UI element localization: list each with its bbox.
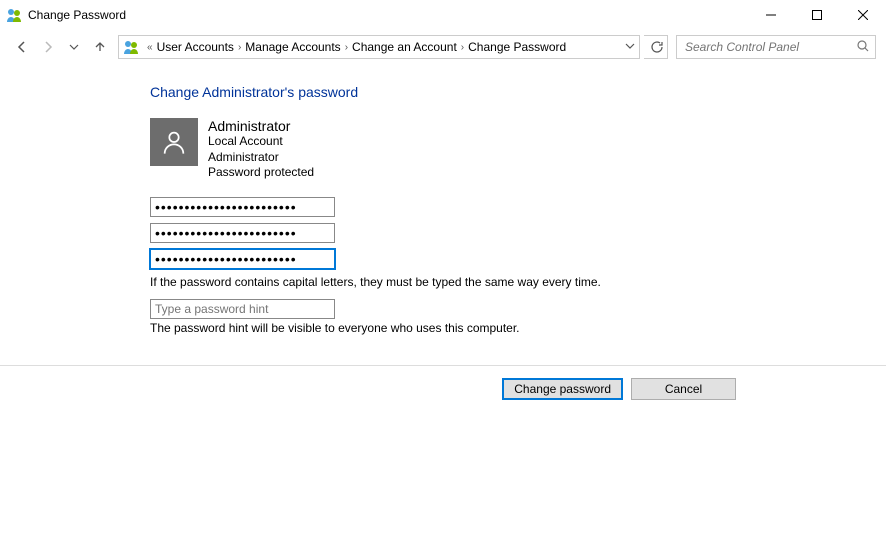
close-button[interactable] xyxy=(840,0,886,30)
users-icon xyxy=(6,7,22,23)
recent-dropdown[interactable] xyxy=(62,35,86,59)
user-account-type: Local Account xyxy=(208,134,314,150)
user-info: Administrator Local Account Administrato… xyxy=(208,118,314,181)
breadcrumb[interactable]: « User Accounts › Manage Accounts › Chan… xyxy=(118,35,640,59)
cancel-button[interactable]: Cancel xyxy=(631,378,736,400)
forward-button[interactable] xyxy=(36,35,60,59)
chevron-right-icon: › xyxy=(345,42,348,53)
back-button[interactable] xyxy=(10,35,34,59)
user-role: Administrator xyxy=(208,150,314,166)
titlebar: Change Password xyxy=(0,0,886,30)
window-title: Change Password xyxy=(28,8,126,22)
footer: Change password Cancel xyxy=(0,366,886,400)
password-hint-input[interactable] xyxy=(150,299,335,319)
breadcrumb-item[interactable]: User Accounts xyxy=(157,40,234,54)
user-name: Administrator xyxy=(208,118,314,134)
avatar xyxy=(150,118,198,166)
content-area: Change Administrator's password Administ… xyxy=(0,64,886,335)
breadcrumb-item[interactable]: Manage Accounts xyxy=(245,40,340,54)
users-icon xyxy=(123,39,139,55)
hint-note: The password hint will be visible to eve… xyxy=(150,321,886,335)
breadcrumb-item[interactable]: Change Password xyxy=(468,40,566,54)
navbar: « User Accounts › Manage Accounts › Chan… xyxy=(0,30,886,64)
chevron-right-icon: › xyxy=(461,42,464,53)
caps-note: If the password contains capital letters… xyxy=(150,275,886,289)
breadcrumb-item[interactable]: Change an Account xyxy=(352,40,457,54)
chevron-left-icon: « xyxy=(147,42,153,53)
page-heading: Change Administrator's password xyxy=(150,84,886,100)
maximize-button[interactable] xyxy=(794,0,840,30)
chevron-down-icon[interactable] xyxy=(625,40,635,54)
new-password-input[interactable] xyxy=(150,223,335,243)
up-button[interactable] xyxy=(88,35,112,59)
search-input[interactable] xyxy=(683,39,857,55)
refresh-button[interactable] xyxy=(644,35,668,59)
change-password-button[interactable]: Change password xyxy=(502,378,623,400)
user-status: Password protected xyxy=(208,165,314,181)
minimize-button[interactable] xyxy=(748,0,794,30)
chevron-right-icon: › xyxy=(238,42,241,53)
current-password-input[interactable] xyxy=(150,197,335,217)
confirm-password-input[interactable] xyxy=(150,249,335,269)
search-box[interactable] xyxy=(676,35,876,59)
search-icon[interactable] xyxy=(857,40,869,55)
user-tile: Administrator Local Account Administrato… xyxy=(150,118,886,181)
